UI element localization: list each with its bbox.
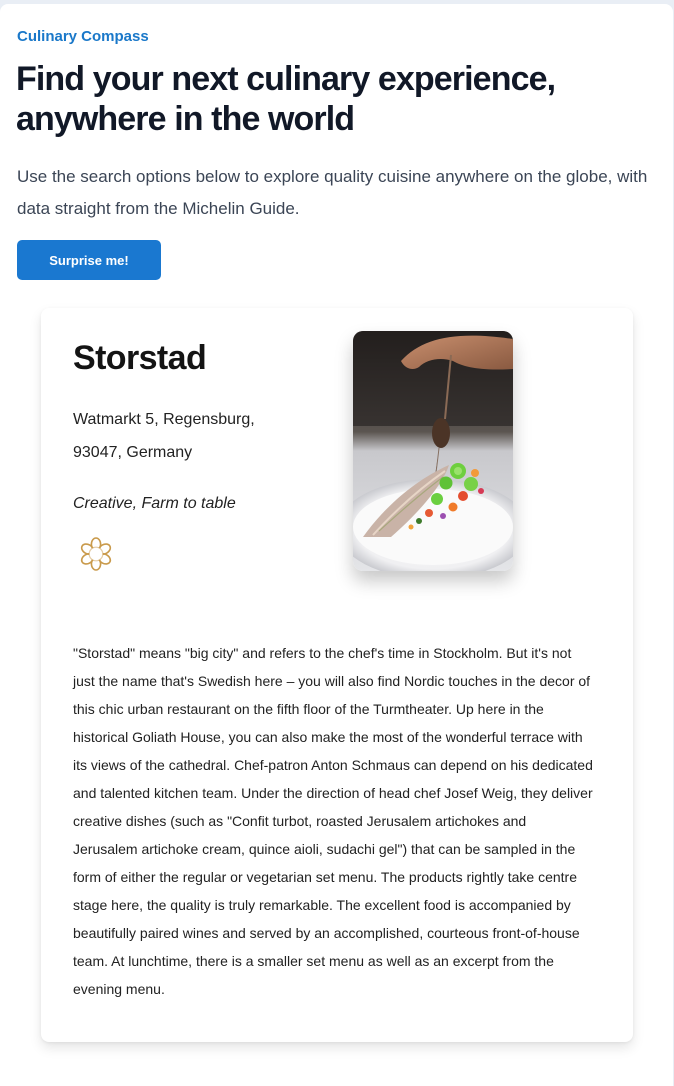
surprise-me-button[interactable]: Surprise me! xyxy=(17,240,161,280)
restaurant-photo xyxy=(353,331,513,571)
restaurant-card: Storstad Watmarkt 5, Regensburg, 93047, … xyxy=(41,308,633,1042)
intro-text: Use the search options below to explore … xyxy=(17,167,648,218)
brand-name: Culinary Compass xyxy=(17,28,149,45)
restaurant-name: Storstad xyxy=(73,339,207,377)
page: Culinary Compass Find your next culinary… xyxy=(0,4,673,1086)
restaurant-address: Watmarkt 5, Regensburg, 93047, Germany xyxy=(73,411,255,461)
michelin-star-icon xyxy=(77,535,115,573)
page-title: Find your next culinary experience, anyw… xyxy=(16,60,556,138)
restaurant-description: "Storstad" means "big city" and refers t… xyxy=(73,645,593,997)
restaurant-cuisine: Creative, Farm to table xyxy=(73,495,236,512)
